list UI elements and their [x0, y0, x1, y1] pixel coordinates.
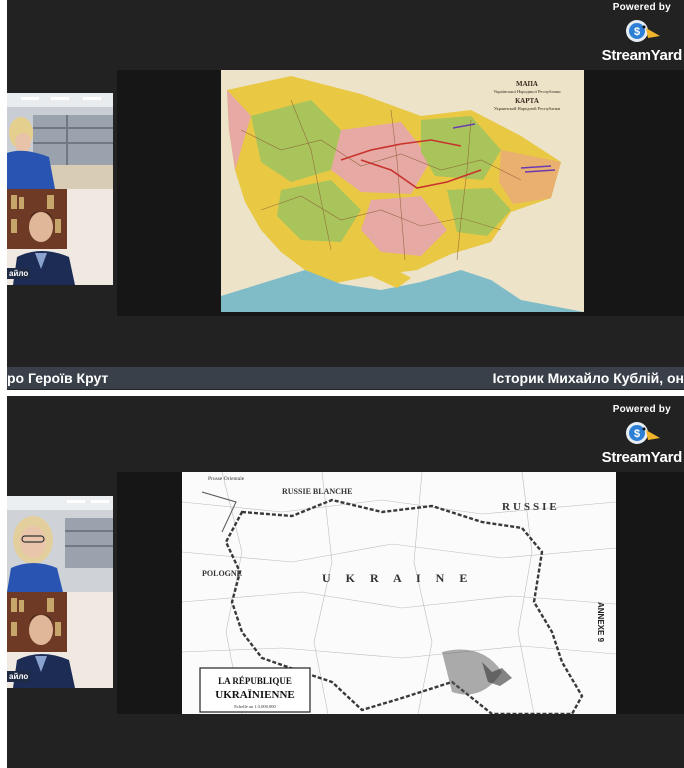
participant-name-tag: айло: [7, 671, 31, 682]
svg-text:$: $: [634, 428, 640, 440]
map-label-ukraine: U K R A I N E: [322, 571, 473, 585]
participant-column: айло: [7, 93, 113, 285]
streamyard-branding: Powered by $ StreamYard: [601, 404, 683, 466]
streamyard-branding: Powered by $ StreamYard: [601, 2, 683, 64]
svg-text:$: $: [634, 26, 640, 38]
streamyard-duck-icon: $: [625, 20, 660, 42]
map-title-line-4: Украинской Народной Республики: [494, 106, 561, 111]
brand-name-stream: Stream: [601, 449, 651, 466]
cartouche-title-line-2: UKRAÏNIENNE: [215, 688, 294, 701]
brand-name-stream: Stream: [601, 47, 651, 64]
streamyard-duck-icon: $: [625, 422, 660, 444]
cartouche-title-line-1: LA RÉPUBLIQUE: [218, 676, 292, 686]
participant-video-host[interactable]: [7, 93, 113, 189]
map-title-line-1: МАПА: [516, 80, 538, 88]
powered-by-label: Powered by: [612, 2, 671, 13]
video-panel-bottom: Powered by $ StreamYard айло RUSSIE RUSS…: [7, 396, 684, 768]
streamyard-name: StreamYard: [601, 449, 683, 466]
map-ukrainian-peoples-republic[interactable]: МАПА Української Народньої Республики КА…: [221, 70, 584, 312]
screenshare-area: МАПА Української Народньої Республики КА…: [117, 70, 684, 316]
map-title-line-3: КАРТА: [515, 97, 539, 105]
participant-column: айло: [7, 496, 113, 688]
cartouche-scale: Echelle au 1:3.000.000: [234, 704, 276, 709]
participant-name-tag: айло: [7, 268, 31, 279]
lower-third-right-text: Історик Михайло Кублій, он: [492, 370, 684, 386]
powered-by-label: Powered by: [612, 404, 671, 415]
screenshare-area: RUSSIE RUSSIE BLANCHE U K R A I N E POLO…: [117, 472, 684, 714]
participant-video-guest[interactable]: айло: [7, 189, 113, 285]
map-title-line-2: Української Народньої Республики: [493, 89, 561, 94]
streamyard-name: StreamYard: [601, 47, 683, 64]
map-label-pologne: POLOGNE: [202, 569, 242, 578]
participant-video-host[interactable]: [7, 496, 113, 592]
map-label-annexe: ANNEXE 9: [596, 602, 605, 643]
video-panel-top: Powered by $ StreamYard айло МАПА Україн…: [7, 0, 684, 390]
brand-name-yard: Yard: [650, 449, 683, 466]
map-republique-ukrainienne[interactable]: RUSSIE RUSSIE BLANCHE U K R A I N E POLO…: [182, 472, 616, 714]
map-label-russie: RUSSIE: [502, 501, 560, 513]
map-cartouche: LA RÉPUBLIQUE UKRAÏNIENNE Echelle au 1:3…: [199, 667, 311, 713]
brand-name-yard: Yard: [650, 47, 683, 64]
map-label-russie-blanche: RUSSIE BLANCHE: [282, 487, 352, 496]
participant-video-guest[interactable]: айло: [7, 592, 113, 688]
map-label-prusse: Prusse Orientale: [208, 476, 245, 482]
lower-third-left-text: ро Героїв Крут: [7, 370, 109, 386]
lower-third-banner: ро Героїв Крут Історик Михайло Кублій, о…: [7, 367, 684, 389]
